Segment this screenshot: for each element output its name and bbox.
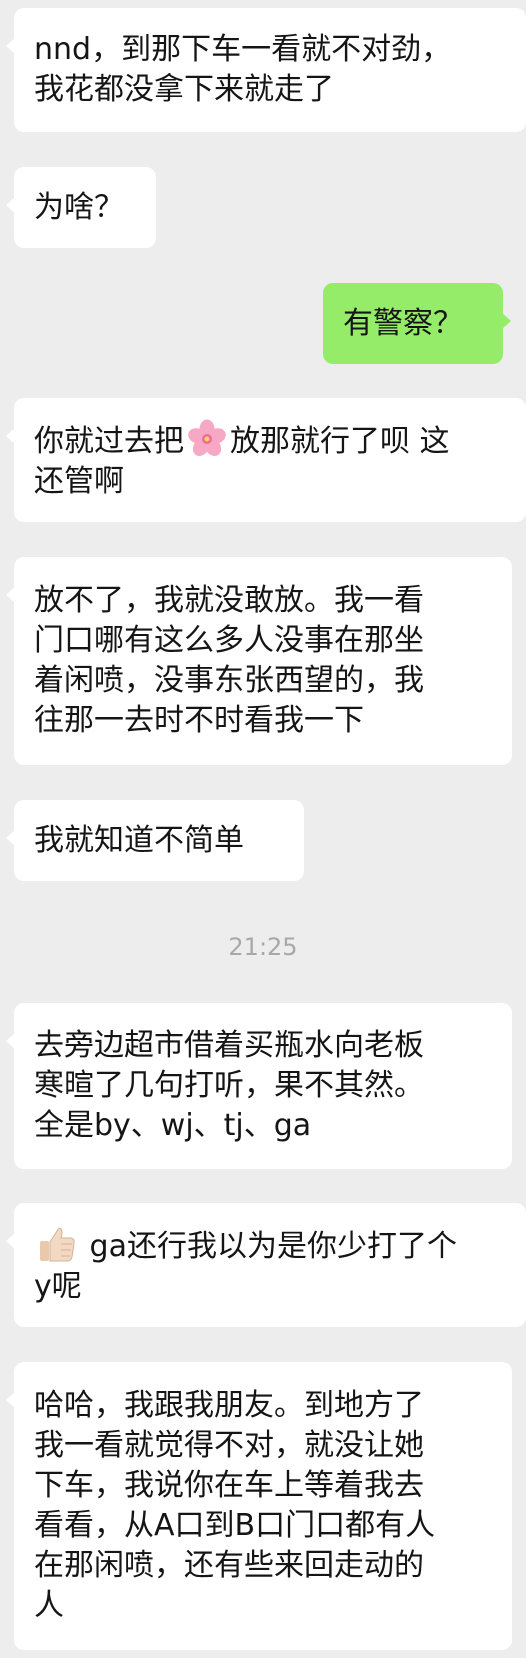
- message-line: 我花都没拿下来就走了: [34, 72, 334, 107]
- message-line: 在那闲喷，还有些来回走动的: [34, 1548, 424, 1583]
- message-bubble-incoming[interactable]: 放不了，我就没敢放。我一看 门口哪有这么多人没事在那坐 着闲喷，没事东张西望的，…: [6, 557, 512, 765]
- message-line-part: 你就过去把: [34, 423, 184, 459]
- message-bubble-incoming[interactable]: 去旁边超市借着买瓶水向老板 寒暄了几句打听，果不其然。 全是by、wj、tj、g…: [6, 1003, 512, 1169]
- message-line-part: 放那就行了呗 这: [230, 423, 450, 459]
- message-text: 我就知道不简单: [34, 821, 284, 861]
- message-line: 你就过去把 放那就行了呗 这: [34, 419, 506, 462]
- message-line: 哈哈，我跟我朋友。到地方了: [34, 1388, 424, 1423]
- message-line: 往那一去时不时看我一下: [34, 703, 364, 738]
- message-text: 去旁边超市借着买瓶水向老板 寒暄了几句打听，果不其然。 全是by、wj、tj、g…: [34, 1026, 492, 1146]
- message-line: 我就知道不简单: [34, 822, 244, 858]
- message-bubble-incoming[interactable]: nnd，到那下车一看就不对劲， 我花都没拿下来就走了: [6, 8, 526, 132]
- message-line: 还管啊: [34, 463, 124, 499]
- timestamp: 21:25: [228, 933, 298, 961]
- message-line: y呢: [34, 1268, 82, 1304]
- message-line: nnd，到那下车一看就不对劲，: [34, 32, 452, 67]
- message-line: 放不了，我就没敢放。我一看: [34, 583, 424, 618]
- message-line: 人: [34, 1588, 64, 1623]
- message-bubble-outgoing[interactable]: 有警察？: [323, 283, 511, 364]
- message-text: 有警察？: [343, 304, 483, 344]
- message-line: 我一看就觉得不对，就没让她: [34, 1428, 424, 1463]
- cherry-blossom-icon: [188, 419, 226, 456]
- message-text: 你就过去把 放那就行了呗 这 还管啊: [34, 419, 506, 502]
- message-text: nnd，到那下车一看就不对劲， 我花都没拿下来就走了: [34, 30, 506, 110]
- message-line: 看看，从A口到B口门口都有人: [34, 1508, 436, 1543]
- message-line-part: ga还行我以为是你少打了个: [80, 1228, 457, 1264]
- message-line: 全是by、wj、tj、ga: [34, 1108, 312, 1143]
- message-bubble-incoming[interactable]: ga还行我以为是你少打了个 y呢: [6, 1203, 526, 1327]
- message-text: 放不了，我就没敢放。我一看 门口哪有这么多人没事在那坐 着闲喷，没事东张西望的，…: [34, 581, 492, 741]
- message-text: ga还行我以为是你少打了个 y呢: [34, 1224, 506, 1307]
- message-bubble-incoming[interactable]: 你就过去把 放那就行了呗 这 还管啊: [6, 398, 526, 522]
- message-line: ga还行我以为是你少打了个: [34, 1224, 506, 1267]
- message-line: 着闲喷，没事东张西望的，我: [34, 663, 424, 698]
- message-bubble-incoming[interactable]: 我就知道不简单: [6, 800, 304, 881]
- message-line: 有警察？: [343, 305, 463, 341]
- chat-thread[interactable]: nnd，到那下车一看就不对劲， 我花都没拿下来就走了 为啥？ 有警察？ 你就过去…: [0, 0, 526, 1658]
- message-line: 下车，我说你在车上等着我去: [34, 1468, 424, 1503]
- thumbs-up-icon: [40, 1227, 75, 1261]
- message-bubble-incoming[interactable]: 为啥？: [6, 167, 156, 248]
- message-text: 为啥？: [34, 188, 136, 228]
- message-line: 门口哪有这么多人没事在那坐: [34, 623, 424, 658]
- message-bubble-incoming[interactable]: 哈哈，我跟我朋友。到地方了 我一看就觉得不对，就没让她 下车，我说你在车上等着我…: [6, 1362, 512, 1650]
- message-line: 为啥？: [34, 189, 124, 225]
- message-line: 去旁边超市借着买瓶水向老板: [34, 1028, 424, 1063]
- message-line: 寒暄了几句打听，果不其然。: [34, 1068, 424, 1103]
- message-text: 哈哈，我跟我朋友。到地方了 我一看就觉得不对，就没让她 下车，我说你在车上等着我…: [34, 1386, 492, 1626]
